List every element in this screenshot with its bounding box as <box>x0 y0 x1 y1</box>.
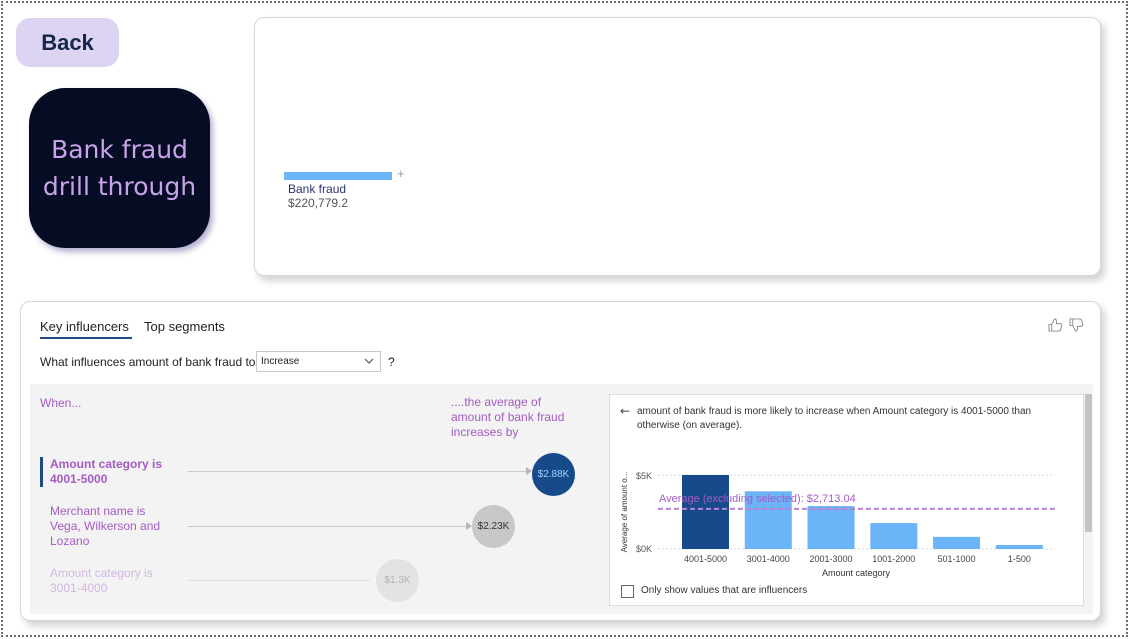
checkbox-label: Only show values that are influencers <box>641 585 808 596</box>
when-label: When... <box>40 396 82 410</box>
tab-top-segments[interactable]: Top segments <box>144 319 225 334</box>
influencers-area: When... ....the average of amount of ban… <box>30 384 1093 614</box>
chart-bar <box>933 536 981 549</box>
influencer-label: Amount category is 4001-5000 <box>50 457 163 486</box>
influencer-bubble[interactable]: $2.88K <box>532 453 575 496</box>
bank-fraud-label: Bank fraud <box>288 182 347 196</box>
expand-plus-icon[interactable]: + <box>397 166 405 181</box>
influence-question: What influences amount of bank fraud to <box>40 355 256 369</box>
influencers-only-checkbox[interactable] <box>621 585 634 598</box>
chart-bar <box>682 475 729 549</box>
x-tick-label: 1-500 <box>1008 554 1031 564</box>
chart-bar <box>995 545 1043 549</box>
y-tick-label: $0K <box>636 544 652 554</box>
scrollbar[interactable] <box>1085 394 1092 532</box>
back-arrow-icon[interactable]: ← <box>620 404 630 418</box>
bank-fraud-visual: + Bank fraud $220,779.2 <box>254 17 1101 276</box>
y-axis-label: Average of amount o... <box>620 472 629 553</box>
bank-fraud-bar[interactable] <box>284 172 392 180</box>
x-tick-label: 501-1000 <box>938 554 976 564</box>
thumbs-up-icon[interactable] <box>1048 318 1063 332</box>
detail-bar-chart: $5K $0K Average of amount o... 4001-5000 300… <box>620 471 1055 578</box>
influencer-row[interactable]: Merchant name is Vega, Wilkerson and Loz… <box>40 504 175 549</box>
influencer-bubble[interactable]: $1.3K <box>376 559 419 602</box>
tab-key-influencers[interactable]: Key influencers <box>40 319 132 339</box>
question-mark: ? <box>388 355 395 369</box>
influencer-line <box>188 580 370 581</box>
influencer-label: Merchant name is Vega, Wilkerson and Loz… <box>50 504 161 548</box>
influencer-value: $2.88K <box>537 469 570 480</box>
influencer-line <box>188 526 466 527</box>
chart-bar <box>807 506 855 549</box>
x-tick-label: 1001-2000 <box>872 554 915 564</box>
key-influencers-visual: Key influencers Top segments What influe… <box>20 301 1101 621</box>
dropdown-value: Increase <box>261 356 300 367</box>
x-tick-label: 4001-5000 <box>684 554 727 564</box>
influencer-row[interactable]: Amount category is 3001-4000 <box>40 566 175 596</box>
x-tick-label: 3001-4000 <box>747 554 790 564</box>
influencer-value: $1.3K <box>384 575 411 586</box>
x-axis-label: Amount category <box>822 568 891 578</box>
y-tick-label: $5K <box>636 471 652 481</box>
influencer-line <box>188 471 526 472</box>
chart-bar <box>870 523 918 549</box>
influencer-label: Amount category is 3001-4000 <box>50 566 153 595</box>
feedback-icons <box>1048 318 1084 332</box>
influencer-value: $2.23K <box>477 521 510 532</box>
avg-header: ....the average of amount of bank fraud … <box>451 395 565 439</box>
reference-line-label: Average (excluding selected): $2,713.04 <box>659 493 856 505</box>
page-title-card: Bank fraud drill through <box>29 88 210 248</box>
bank-fraud-value: $220,779.2 <box>288 196 349 210</box>
influencer-detail-pane: ← amount of bank fraud is more likely to… <box>609 394 1084 606</box>
direction-dropdown[interactable]: Increase <box>256 351 381 372</box>
influencer-bubble[interactable]: $2.23K <box>472 505 515 548</box>
thumbs-down-icon[interactable] <box>1069 318 1084 332</box>
back-button[interactable]: Back <box>16 18 119 67</box>
chevron-down-icon <box>364 358 374 364</box>
x-tick-label: 2001-3000 <box>810 554 853 564</box>
detail-description: amount of bank fraud is more likely to i… <box>637 406 1032 431</box>
influencer-row[interactable]: Amount category is 4001-5000 <box>40 457 180 487</box>
page-title: Bank fraud drill through <box>42 135 197 201</box>
